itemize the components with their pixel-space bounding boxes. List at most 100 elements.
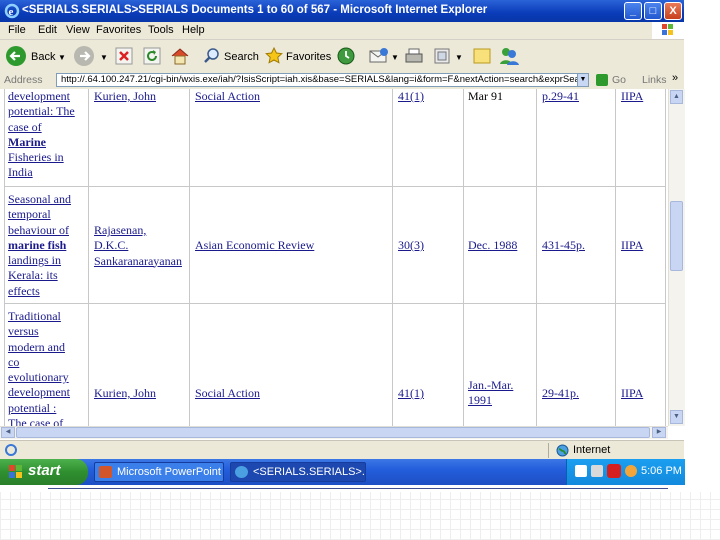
favorites-star-icon[interactable] — [264, 46, 284, 66]
scroll-up-icon[interactable]: ▲ — [670, 90, 683, 104]
edit-icon[interactable] — [432, 46, 452, 66]
title-line[interactable]: landings in — [8, 253, 71, 268]
column-divider — [88, 89, 89, 426]
stop-icon[interactable] — [115, 47, 133, 65]
close-button[interactable]: X — [664, 2, 682, 20]
author-cell[interactable]: Kurien, John — [94, 89, 156, 104]
favorites-button[interactable]: Favorites — [286, 51, 331, 63]
menu-tools[interactable]: Tools — [148, 24, 174, 36]
journal-cell[interactable]: Social Action — [195, 386, 260, 401]
refresh-icon[interactable] — [143, 47, 161, 65]
author-line[interactable]: Sankaranarayanan — [94, 254, 182, 269]
author-line[interactable]: Rajasenan, — [94, 223, 182, 238]
menu-help[interactable]: Help — [182, 24, 205, 36]
menu-edit[interactable]: Edit — [38, 24, 57, 36]
scroll-right-icon[interactable]: ▶ — [652, 427, 666, 438]
title-line[interactable]: temporal — [8, 207, 71, 222]
toolbar: Back ▼ ▼ Search Favorites ▼ ▼ — [0, 40, 684, 73]
vertical-scrollbar[interactable]: ▲ ▼ — [668, 89, 685, 426]
back-arrow-icon[interactable] — [6, 46, 26, 66]
mail-dropdown-icon[interactable]: ▼ — [391, 53, 399, 62]
search-icon[interactable] — [202, 46, 222, 66]
minimize-button[interactable]: _ — [624, 2, 642, 20]
source-cell[interactable]: IIPA — [621, 238, 643, 253]
title-line[interactable]: India — [8, 165, 75, 180]
horizontal-scrollbar[interactable]: ◀ ▶ — [0, 426, 668, 439]
issue-cell[interactable]: 30(3) — [398, 238, 424, 253]
title-line[interactable]: Marine — [8, 135, 75, 150]
mail-icon[interactable] — [368, 46, 390, 66]
address-input[interactable]: http://.64.100.247.21/cgi-bin/wxis.exe/i… — [56, 73, 586, 87]
title-line[interactable]: development — [8, 89, 75, 104]
menu-favorites[interactable]: Favorites — [96, 24, 141, 36]
menu-bar: File Edit View Favorites Tools Help — [0, 22, 684, 40]
taskbar-item-powerpoint[interactable]: Microsoft PowerPoint ... — [94, 462, 224, 482]
column-divider — [463, 89, 464, 426]
source-cell[interactable]: IIPA — [621, 386, 643, 401]
title-line[interactable]: versus — [8, 324, 70, 339]
clock: 5:06 PM — [641, 465, 682, 477]
title-line[interactable]: potential: The — [8, 104, 75, 119]
title-line[interactable]: co — [8, 355, 70, 370]
taskbar-item-ie[interactable]: <SERIALS.SERIALS>... — [230, 462, 366, 482]
title-line[interactable]: behaviour of — [8, 223, 71, 238]
scroll-left-icon[interactable]: ◀ — [1, 427, 15, 438]
issue-cell[interactable]: 41(1) — [398, 386, 424, 401]
history-icon[interactable] — [336, 46, 356, 66]
pages-cell[interactable]: p.29-41 — [542, 89, 579, 104]
forward-dropdown-icon[interactable]: ▼ — [100, 53, 108, 62]
search-button[interactable]: Search — [224, 51, 259, 63]
acrobat-icon[interactable] — [607, 464, 621, 478]
author-cell[interactable]: Kurien, John — [94, 386, 156, 401]
speaker-icon[interactable] — [591, 465, 603, 477]
pages-cell[interactable]: 29-41p. — [542, 386, 579, 401]
status-bar: Internet — [0, 440, 684, 460]
date-line[interactable]: 1991 — [468, 393, 513, 408]
back-button[interactable]: Back — [31, 51, 55, 63]
shield-icon[interactable] — [625, 465, 637, 477]
links-button[interactable]: Links — [642, 74, 667, 86]
title-line[interactable]: Seasonal and — [8, 192, 71, 207]
title-line[interactable]: modern and — [8, 340, 70, 355]
title-line[interactable]: marine fish — [8, 238, 71, 253]
date-cell[interactable]: Dec. 1988 — [468, 238, 517, 253]
edit-dropdown-icon[interactable]: ▼ — [455, 53, 463, 62]
start-button[interactable]: start — [0, 459, 88, 485]
folder-icon[interactable] — [472, 46, 492, 66]
title-line[interactable]: development — [8, 385, 70, 400]
print-icon[interactable] — [404, 46, 424, 66]
tray-app-icon[interactable] — [575, 465, 587, 477]
pages-cell[interactable]: 431-45p. — [542, 238, 585, 253]
title-line[interactable]: Fisheries in — [8, 150, 75, 165]
scroll-down-icon[interactable]: ▼ — [670, 410, 683, 424]
source-cell[interactable]: IIPA — [621, 89, 643, 104]
title-line[interactable]: evolutionary — [8, 370, 70, 385]
go-arrow-icon[interactable] — [596, 74, 608, 86]
title-line[interactable]: effects — [8, 284, 71, 299]
menu-file[interactable]: File — [8, 24, 26, 36]
journal-cell[interactable]: Asian Economic Review — [195, 238, 314, 253]
journal-cell[interactable]: Social Action — [195, 89, 260, 104]
powerpoint-icon — [99, 466, 112, 478]
title-line[interactable]: Kerala: its — [8, 268, 71, 283]
title-line[interactable]: potential : — [8, 401, 70, 416]
address-label: Address — [4, 74, 43, 86]
scroll-thumb[interactable] — [670, 201, 683, 271]
address-dropdown-icon[interactable]: ▼ — [577, 73, 589, 87]
author-line[interactable]: D.K.C. — [94, 238, 182, 253]
home-icon[interactable] — [170, 46, 190, 66]
date-line[interactable]: Jan.-Mar. — [468, 378, 513, 393]
issue-cell[interactable]: 41(1) — [398, 89, 424, 104]
title-line[interactable]: Traditional — [8, 309, 70, 324]
messenger-icon[interactable] — [498, 45, 520, 67]
back-dropdown-icon[interactable]: ▼ — [58, 53, 66, 62]
zone-label: Internet — [573, 444, 611, 456]
title-line[interactable]: The case of — [8, 416, 70, 426]
horizontal-scroll-thumb[interactable] — [16, 427, 650, 438]
menu-view[interactable]: View — [66, 24, 90, 36]
go-button[interactable]: Go — [612, 74, 626, 86]
maximize-button[interactable]: □ — [644, 2, 662, 20]
more-chevron-icon[interactable]: » — [672, 72, 678, 84]
forward-arrow-icon[interactable] — [74, 46, 94, 66]
title-line[interactable]: case of — [8, 120, 75, 135]
